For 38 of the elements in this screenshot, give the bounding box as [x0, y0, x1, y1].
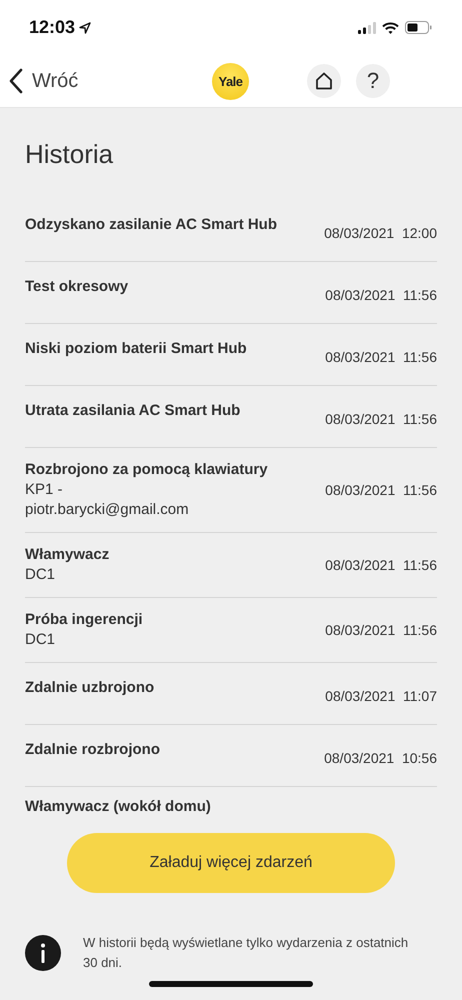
event-title: Zdalnie uzbrojono: [25, 678, 154, 698]
chevron-left-icon: [8, 68, 24, 94]
event-title: Zdalnie rozbrojono: [25, 740, 160, 760]
page-title: Historia: [25, 138, 114, 170]
event-detail: piotr.barycki@gmail.com: [25, 500, 190, 520]
signal-icon: [358, 22, 376, 34]
event-detail: KP1 -: [25, 480, 64, 500]
event-title: Niski poziom baterii Smart Hub: [25, 339, 247, 359]
event-title: Włamywacz: [25, 545, 110, 565]
event-timestamp: 08/03/2021 11:56: [325, 349, 437, 365]
event-timestamp: 08/03/2021 12:00: [324, 225, 437, 241]
wifi-icon: [382, 22, 399, 34]
event-title: Włamywacz (wokół domu): [25, 797, 211, 817]
event-timestamp: 08/03/2021 11:56: [325, 411, 437, 427]
event-title: Utrata zasilania AC Smart Hub: [25, 401, 240, 421]
event-title: Rozbrojono za pomocą klawiatury: [25, 460, 268, 480]
event-timestamp: 08/03/2021 11:56: [325, 557, 437, 573]
info-text: W historii będą wyświetlane tylko wydarzenia z ostatnich 30 dni.: [83, 934, 410, 972]
event-timestamp: 08/03/2021 10:56: [324, 750, 437, 766]
event-timestamp: 08/03/2021 11:56: [325, 287, 437, 303]
event-timestamp: 08/03/2021 11:07: [325, 688, 437, 704]
logo: Yale: [212, 63, 249, 100]
home-icon: [314, 71, 334, 91]
info-icon: [25, 935, 61, 971]
event-title: Test okresowy: [25, 277, 128, 297]
location-arrow-icon: [79, 22, 92, 34]
home-button[interactable]: [307, 64, 341, 98]
status-time: 12:03: [29, 17, 76, 38]
help-button[interactable]: ?: [356, 64, 390, 98]
battery-icon: [405, 21, 432, 34]
event-detail: DC1: [25, 565, 56, 585]
event-detail: DC1: [25, 630, 56, 650]
load-more-button[interactable]: Załaduj więcej zdarzeń: [67, 833, 395, 893]
event-title: Próba ingerencji: [25, 610, 143, 630]
event-timestamp: 08/03/2021 11:56: [325, 622, 437, 638]
back-button[interactable]: Wróć: [8, 68, 78, 94]
event-timestamp: 08/03/2021 11:56: [325, 482, 437, 498]
event-title: Odzyskano zasilanie AC Smart Hub: [25, 215, 278, 235]
